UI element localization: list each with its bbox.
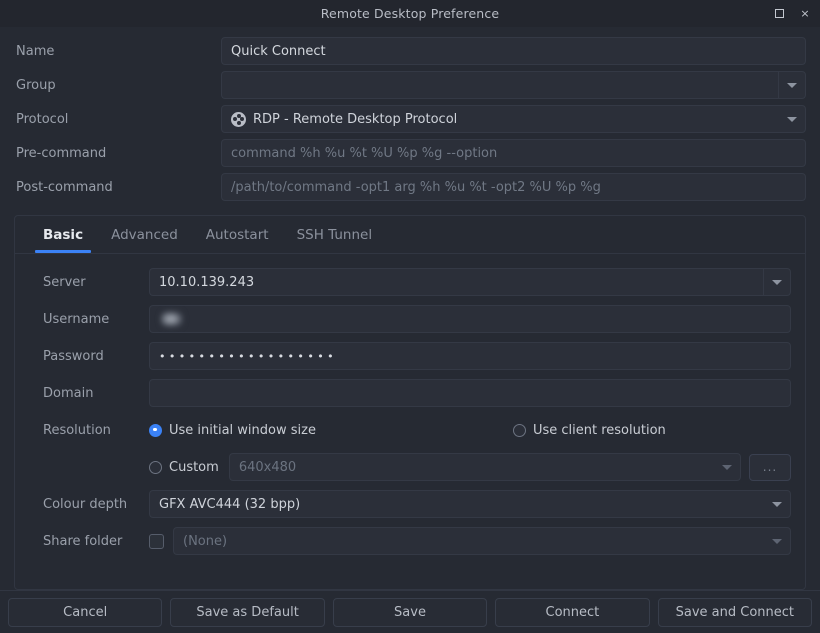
row-pre-command: Pre-command command %h %u %t %U %p %g --… (14, 139, 806, 167)
row-protocol: Protocol RDP - Remote Desktop Protocol (14, 105, 806, 133)
row-colour-depth: Colour depth GFX AVC444 (32 bpp) (29, 490, 791, 518)
tab-ssh-tunnel[interactable]: SSH Tunnel (283, 216, 387, 253)
colour-depth-select[interactable]: GFX AVC444 (32 bpp) (149, 490, 791, 518)
radio-use-client-resolution[interactable]: Use client resolution (512, 422, 666, 438)
row-server: Server 10.10.139.243 (29, 268, 791, 296)
share-folder-checkbox[interactable] (149, 533, 164, 549)
username-input[interactable] (149, 305, 791, 333)
name-label: Name (16, 43, 55, 59)
row-resolution: Resolution Use initial window size Use c… (29, 416, 791, 444)
titlebar: Remote Desktop Preference × (0, 0, 820, 27)
chevron-down-icon (787, 116, 797, 122)
pre-command-input[interactable]: command %h %u %t %U %p %g --option (221, 139, 806, 167)
resolution-radio-group: Use initial window size Use client resol… (149, 423, 791, 438)
radio-dot-icon (512, 423, 526, 437)
group-combobox[interactable] (221, 71, 806, 99)
resolution-browse-button[interactable]: ... (749, 453, 791, 481)
redacted-username-overlay (161, 311, 183, 327)
server-combobox[interactable]: 10.10.139.243 (149, 268, 791, 296)
password-label: Password (43, 348, 104, 364)
group-label: Group (16, 77, 56, 93)
pre-command-label: Pre-command (16, 145, 107, 161)
row-group: Group (14, 71, 806, 99)
chevron-down-icon (772, 538, 782, 544)
settings-tab-panel: Basic Advanced Autostart SSH Tunnel Serv… (14, 215, 806, 590)
protocol-selected-value: RDP - Remote Desktop Protocol (253, 111, 458, 127)
row-domain: Domain (29, 379, 791, 407)
save-and-connect-button[interactable]: Save and Connect (657, 597, 813, 627)
custom-resolution-select[interactable]: 640x480 (228, 453, 741, 481)
password-input[interactable]: •••••••••••••••••• (149, 342, 791, 370)
row-post-command: Post-command /path/to/command -opt1 arg … (14, 173, 806, 201)
tab-bar: Basic Advanced Autostart SSH Tunnel (15, 216, 805, 254)
tab-autostart[interactable]: Autostart (192, 216, 283, 253)
row-share-folder: Share folder (None) (29, 527, 791, 555)
connect-button[interactable]: Connect (495, 597, 650, 627)
chevron-down-icon (722, 464, 732, 470)
name-input[interactable]: Quick Connect (221, 37, 806, 65)
row-username: Username (29, 305, 791, 333)
tab-advanced[interactable]: Advanced (97, 216, 192, 253)
radio-label-custom: Custom (169, 459, 219, 475)
connection-header-form: Name Quick Connect Group Protocol RDP - … (0, 27, 820, 207)
chevron-down-icon (772, 279, 782, 285)
window-title: Remote Desktop Preference (320, 6, 500, 21)
row-name: Name Quick Connect (14, 37, 806, 65)
radio-use-initial-window-size[interactable]: Use initial window size (149, 423, 316, 438)
basic-tab-content: Server 10.10.139.243 Username Password •… (15, 254, 805, 589)
colour-depth-value: GFX AVC444 (32 bpp) (159, 496, 301, 512)
custom-resolution-value: 640x480 (238, 459, 297, 475)
close-icon[interactable]: × (797, 6, 813, 22)
server-label: Server (43, 274, 86, 290)
server-input[interactable]: 10.10.139.243 (149, 268, 763, 296)
domain-label: Domain (43, 385, 94, 401)
remote-desktop-preference-window: Remote Desktop Preference × Name Quick C… (0, 0, 820, 633)
titlebar-buttons: × (771, 0, 813, 27)
radio-label-client: Use client resolution (532, 422, 666, 438)
maximize-icon[interactable] (771, 6, 787, 22)
share-folder-value: (None) (183, 533, 228, 549)
share-folder-label: Share folder (43, 533, 123, 549)
share-folder-select[interactable]: (None) (173, 527, 791, 555)
group-input[interactable] (221, 71, 778, 99)
post-command-label: Post-command (16, 179, 113, 195)
save-as-default-button[interactable]: Save as Default (170, 597, 325, 627)
post-command-input[interactable]: /path/to/command -opt1 arg %h %u %t -opt… (221, 173, 806, 201)
colour-depth-label: Colour depth (43, 496, 128, 512)
domain-input[interactable] (149, 379, 791, 407)
protocol-label: Protocol (16, 111, 69, 127)
custom-resolution-line: Custom 640x480 ... (149, 453, 791, 481)
chevron-down-icon (787, 82, 797, 88)
row-password: Password •••••••••••••••••• (29, 342, 791, 370)
protocol-select[interactable]: RDP - Remote Desktop Protocol (221, 105, 806, 133)
resolution-label: Resolution (43, 422, 111, 438)
password-masked-value: •••••••••••••••••• (159, 349, 337, 363)
cancel-button[interactable]: Cancel (8, 597, 163, 627)
radio-dot-icon (149, 423, 162, 437)
dialog-footer: Cancel Save as Default Save Connect Save… (0, 590, 820, 633)
radio-dot-icon (149, 460, 162, 474)
tab-basic[interactable]: Basic (29, 216, 97, 253)
row-resolution-custom: Custom 640x480 ... (29, 453, 791, 481)
server-dropdown-button[interactable] (763, 268, 791, 296)
chevron-down-icon (772, 501, 782, 507)
radio-custom-resolution[interactable]: Custom (149, 460, 219, 475)
username-label: Username (43, 311, 110, 327)
save-button[interactable]: Save (332, 597, 488, 627)
radio-label-initial: Use initial window size (169, 422, 316, 438)
rdp-protocol-icon (231, 111, 246, 127)
group-dropdown-button[interactable] (778, 71, 806, 99)
